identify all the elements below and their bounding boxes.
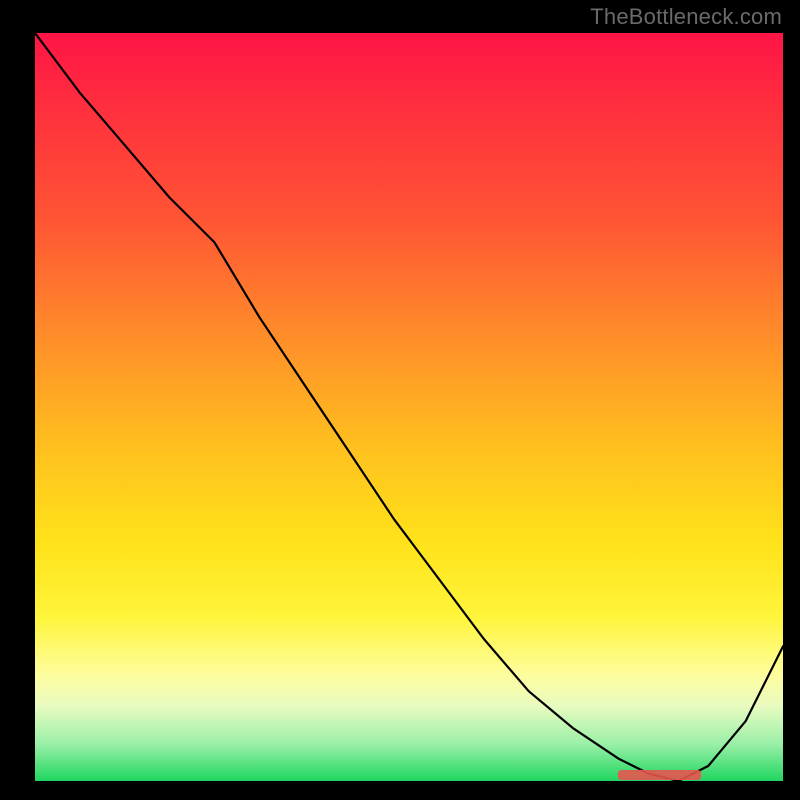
watermark-text: TheBottleneck.com xyxy=(590,4,782,30)
chart-container: TheBottleneck.com xyxy=(0,0,800,800)
plot-area xyxy=(35,33,783,781)
data-curve xyxy=(35,33,783,781)
highlight-region xyxy=(618,771,700,780)
chart-svg xyxy=(35,33,783,781)
